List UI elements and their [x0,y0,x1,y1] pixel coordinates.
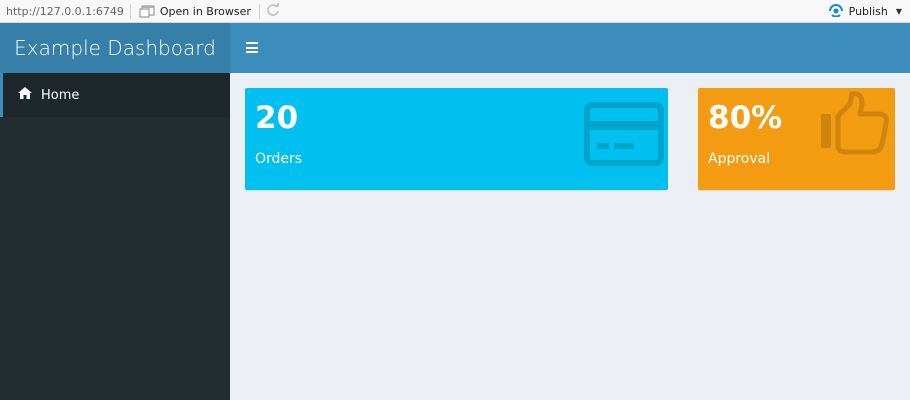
approval-value: 80% [708,100,783,136]
publish-icon [828,3,844,20]
refresh-button[interactable] [260,2,286,20]
home-icon [17,86,41,104]
credit-card-icon [584,102,664,170]
hamburger-icon [246,42,258,44]
approval-label: Approval [708,151,771,167]
open-in-browser-button[interactable]: Open in Browser [131,5,259,18]
chevron-down-icon: ▼ [895,6,902,16]
dashboard-title: Example Dashboard [0,23,230,73]
viewer-toolbar: http://127.0.0.1:6749 Open in Browser Pu… [0,0,910,23]
sidebar: Home [0,73,230,400]
orders-label: Orders [255,151,303,167]
top-navbar [230,23,910,73]
viewer-url: http://127.0.0.1:6749 [6,4,124,18]
sidebar-item-label: Home [41,87,80,103]
sidebar-item-home[interactable]: Home [0,73,230,117]
approval-value-box: 80% Approval [698,88,895,190]
refresh-icon [266,2,280,20]
publish-button[interactable]: Publish ▼ [828,3,910,20]
thumbs-up-icon [818,90,892,162]
publish-label: Publish [848,4,888,18]
orders-value-box: 20 Orders [245,88,668,190]
open-in-browser-label: Open in Browser [159,4,251,18]
open-browser-icon [139,5,155,18]
sidebar-toggle-button[interactable] [246,42,258,53]
orders-value: 20 [255,100,299,136]
